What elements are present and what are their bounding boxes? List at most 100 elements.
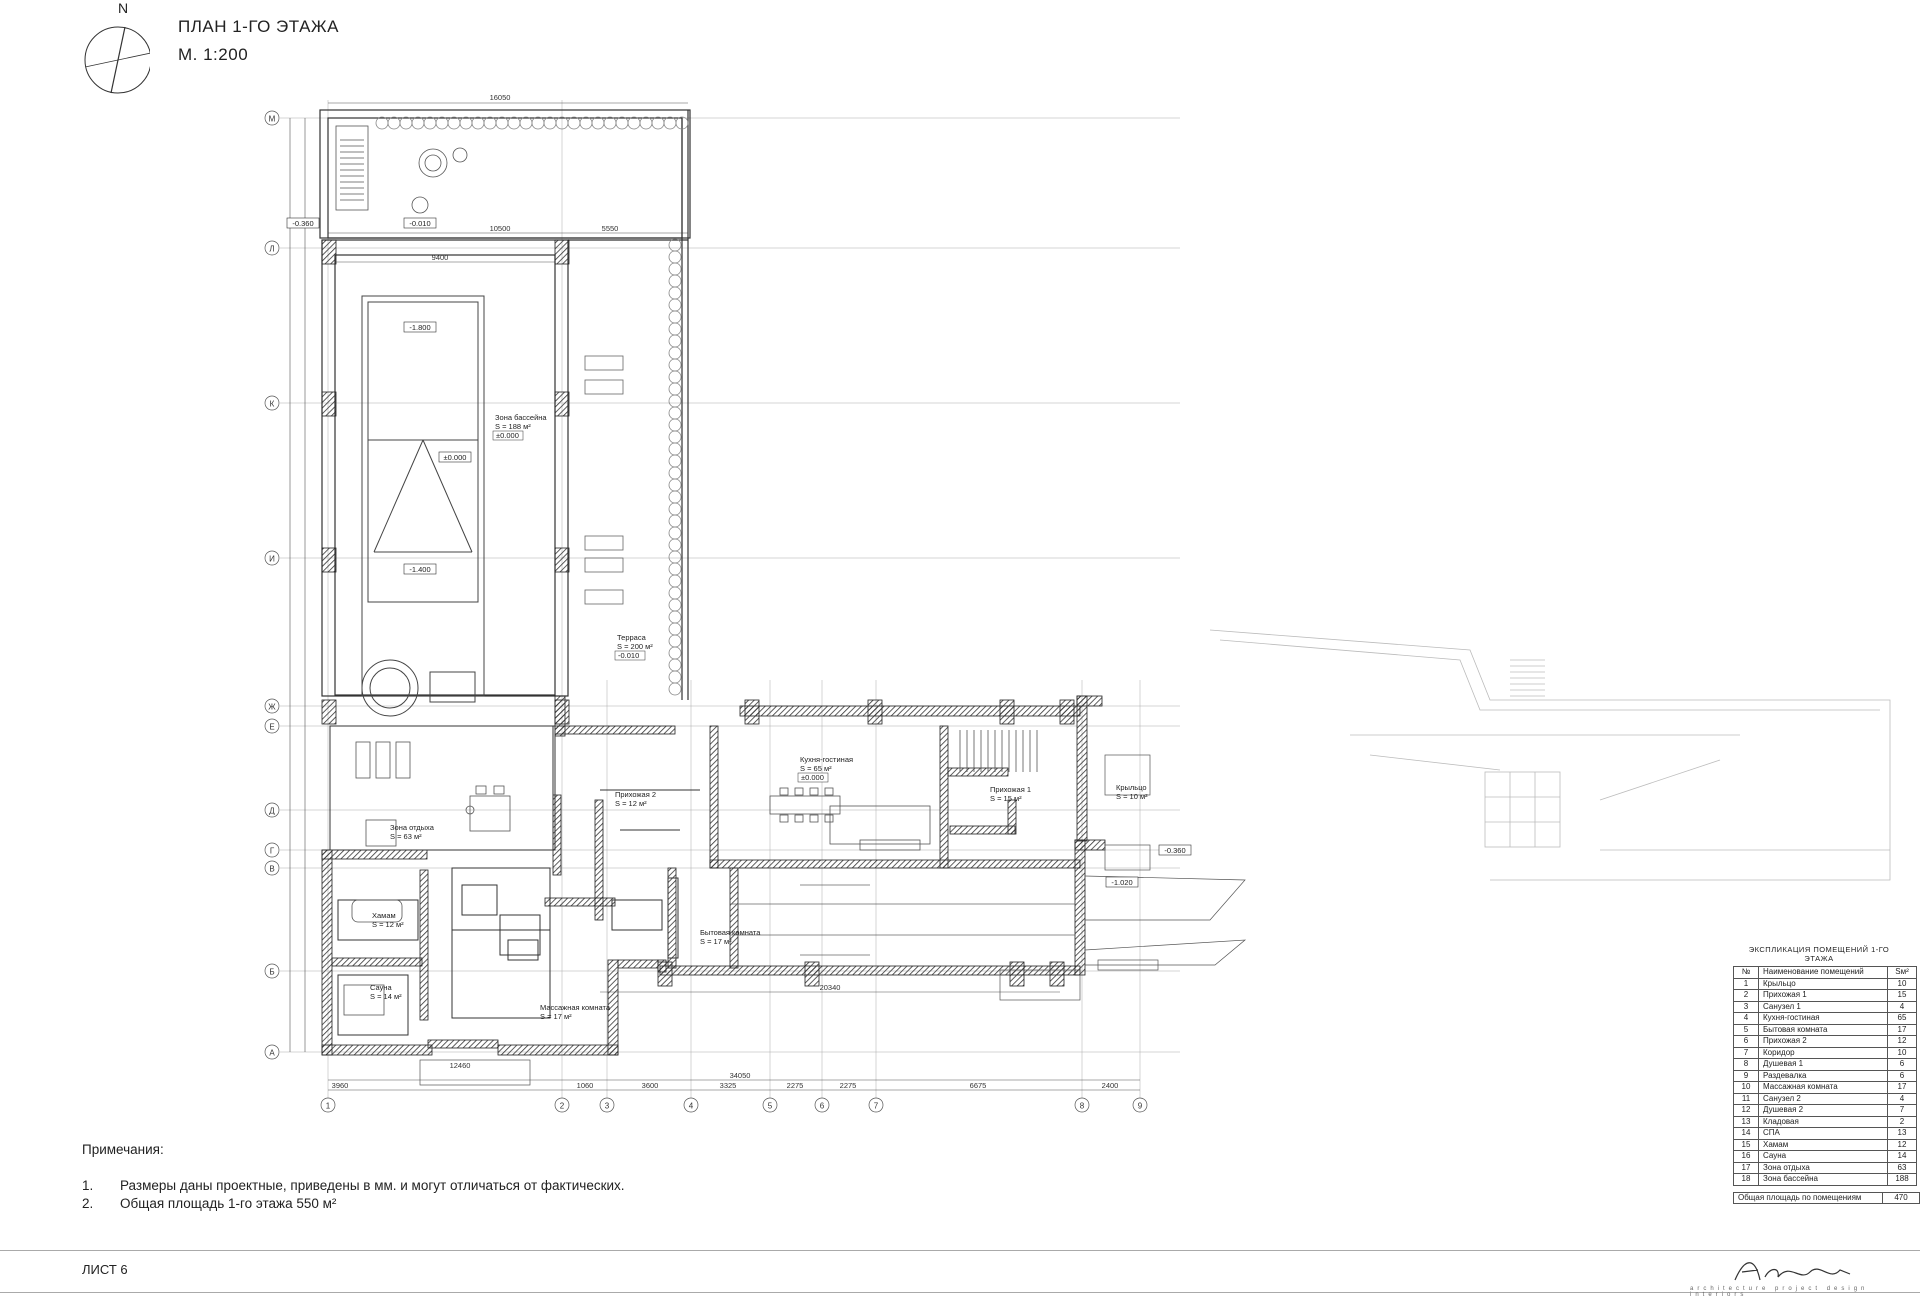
column <box>321 699 337 725</box>
column <box>554 699 570 725</box>
table-cell: 7 <box>1887 1104 1917 1117</box>
level-mark: -1.400 <box>403 563 437 575</box>
dimension-label: 12460 <box>450 1061 471 1070</box>
table-cell: 14 <box>1887 1150 1917 1163</box>
svg-text:Ж: Ж <box>268 703 276 712</box>
table-cell: 17 <box>1887 1023 1917 1036</box>
room-label: Прихожая 2S = 12 м² <box>615 790 656 808</box>
dimension-label: 2275 <box>787 1081 804 1090</box>
level-mark: ±0.000 <box>438 451 472 463</box>
column <box>804 961 820 987</box>
signature-logo-icon <box>1734 1262 1851 1281</box>
brand-subtitle: architecture project design interiors <box>1690 1286 1869 1298</box>
column <box>1049 961 1065 987</box>
table-cell: 8 <box>1733 1058 1759 1071</box>
column <box>321 239 337 265</box>
room-label: КрыльцоS = 10 м² <box>1116 783 1148 801</box>
table-row: 11 Санузел 24 <box>1733 1092 1917 1105</box>
table-cell: 2 <box>1733 989 1759 1002</box>
table-cell: Кухня-гостиная <box>1758 1012 1888 1025</box>
svg-text:S = 17 м²: S = 17 м² <box>700 937 732 946</box>
svg-text:-0.010: -0.010 <box>618 651 639 660</box>
svg-text:Д: Д <box>269 807 275 816</box>
column <box>554 239 570 265</box>
table-cell: 4 <box>1887 1000 1917 1013</box>
explication-table: № Наименование помещений Sм² 1 Крыльцо 10 2… <box>1733 966 1917 1186</box>
table-row: 1 Крыльцо 10 <box>1733 977 1917 990</box>
room-label: Массажная комнатаS = 17 м² <box>540 1003 611 1021</box>
axis-bubble: 6 <box>814 1097 830 1113</box>
column <box>744 699 760 725</box>
table-cell: 2 <box>1887 1115 1917 1128</box>
table-cell: Массажная комната <box>1758 1081 1888 1094</box>
table-cell: СПА <box>1758 1127 1888 1140</box>
svg-text:-1.800: -1.800 <box>409 323 430 332</box>
axis-bubble: Е <box>264 718 280 734</box>
table-cell: Сауна <box>1758 1150 1888 1163</box>
axis-letter-bubbles: М Л К И Ж Е Д ГВ Б А <box>264 110 280 1060</box>
neighbor-annex <box>1209 629 1891 881</box>
svg-text:-0.360: -0.360 <box>1164 846 1185 855</box>
svg-text:И: И <box>269 555 275 564</box>
svg-text:Зона отдыха: Зона отдыха <box>390 823 435 832</box>
svg-text:Хамам: Хамам <box>372 911 396 920</box>
svg-text:4: 4 <box>689 1102 694 1111</box>
table-cell: Зона бассейна <box>1758 1173 1888 1186</box>
svg-text:К: К <box>270 400 275 409</box>
table-cell: 13 <box>1887 1127 1917 1140</box>
svg-text:Сауна: Сауна <box>370 983 392 992</box>
table-cell: 63 <box>1887 1161 1917 1174</box>
explication-total: Общая площадь по помещениям 470 <box>1733 1191 1920 1205</box>
explication-block: ЭКСПЛИКАЦИЯ ПОМЕЩЕНИЙ 1-ГО ЭТАЖА № Наиме… <box>1733 945 1920 1204</box>
svg-text:-1.400: -1.400 <box>409 565 430 574</box>
svg-text:Терраса: Терраса <box>617 633 647 642</box>
svg-text:2: 2 <box>560 1102 565 1111</box>
dimension-label: 20340 <box>820 983 841 992</box>
table-cell: Кладовая <box>1758 1115 1888 1128</box>
note-item: 1. Размеры даны проектные, приведены в м… <box>82 1178 625 1193</box>
column-header: Наименование помещений <box>1758 966 1888 979</box>
dimension-label: 2275 <box>840 1081 857 1090</box>
table-cell: 1 <box>1733 977 1759 990</box>
table-cell: 188 <box>1887 1173 1917 1186</box>
svg-text:S = 15 м²: S = 15 м² <box>990 794 1022 803</box>
column <box>1059 699 1075 725</box>
column <box>1009 961 1025 987</box>
axis-bubble: Б <box>264 963 280 979</box>
room-label: Прихожая 1S = 15 м² <box>990 785 1031 803</box>
column <box>321 391 337 417</box>
table-cell: 11 <box>1733 1092 1759 1105</box>
sheet-number: ЛИСТ 6 <box>82 1262 128 1277</box>
svg-text:Е: Е <box>269 723 274 732</box>
dimension-label: 6675 <box>970 1081 987 1090</box>
room-label: ТеррасаS = 200 м²-0.010 <box>614 633 653 661</box>
table-cell: 10 <box>1733 1081 1759 1094</box>
table-cell: 15 <box>1887 989 1917 1002</box>
loungers <box>584 355 624 605</box>
table-row: 12 Душевая 27 <box>1733 1104 1917 1117</box>
axis-bubble: 5 <box>762 1097 778 1113</box>
table-cell: 17 <box>1733 1161 1759 1174</box>
table-row: 16 Сауна 14 <box>1733 1150 1917 1163</box>
table-cell: Душевая 2 <box>1758 1104 1888 1117</box>
dimension-label: 5550 <box>602 224 619 233</box>
dimension-label: 1060 <box>577 1081 594 1090</box>
table-cell: 13 <box>1733 1115 1759 1128</box>
floor-plan-drawing: МЛКИЖЕДГВБА 123456789 1605010500 5550940… <box>264 93 1891 1113</box>
axis-bubble: Ж <box>264 698 280 714</box>
column <box>867 699 883 725</box>
table-row: 5 Бытовая комната 17 <box>1733 1023 1917 1036</box>
table-cell: 4 <box>1733 1012 1759 1025</box>
footer-divider <box>0 1250 1920 1251</box>
svg-text:8: 8 <box>1080 1102 1085 1111</box>
note-item: 2. Общая площадь 1-го этажа 550 м² <box>82 1196 337 1211</box>
table-row: 13 Кладовая 2 <box>1733 1115 1917 1128</box>
dimension-label: 9400 <box>432 253 449 262</box>
svg-text:S = 200 м²: S = 200 м² <box>617 642 653 651</box>
table-cell: 15 <box>1733 1138 1759 1151</box>
table-cell: Хамам <box>1758 1138 1888 1151</box>
axis-bubble: 9 <box>1132 1097 1148 1113</box>
svg-text:S = 188 м²: S = 188 м² <box>495 422 531 431</box>
svg-text:Крыльцо: Крыльцо <box>1116 783 1147 792</box>
level-mark: -0.010 <box>403 217 437 229</box>
